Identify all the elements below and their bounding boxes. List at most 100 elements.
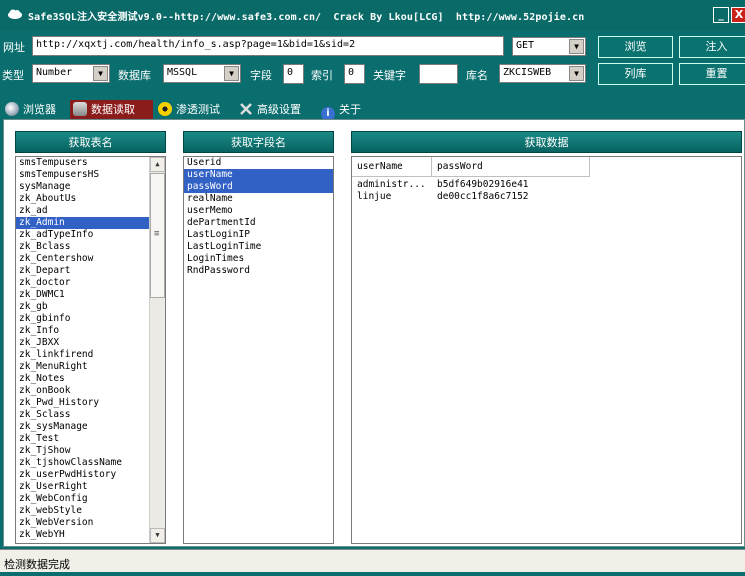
minimize-button[interactable]: _ bbox=[713, 7, 729, 23]
list-item[interactable]: zk_JBXX bbox=[16, 337, 165, 349]
data-grid[interactable]: userName passWord administr... b5df649b02… bbox=[351, 156, 742, 544]
close-button[interactable]: X bbox=[731, 7, 745, 23]
tab-label: 高级设置 bbox=[257, 103, 301, 116]
list-item[interactable]: zk_UserRight bbox=[16, 481, 165, 493]
list-item[interactable]: zk_sysManage bbox=[16, 421, 165, 433]
list-item[interactable]: zk_userPwdHistory bbox=[16, 469, 165, 481]
tab-pentest[interactable]: 渗透测试 bbox=[155, 100, 233, 119]
list-item[interactable]: zk_Depart bbox=[16, 265, 165, 277]
list-item[interactable]: zk_webStyle bbox=[16, 505, 165, 517]
list-item[interactable]: zk_gbinfo bbox=[16, 313, 165, 325]
list-item[interactable]: zk_gb bbox=[16, 301, 165, 313]
tab-data-read[interactable]: 数据读取 bbox=[70, 100, 153, 119]
scroll-thumb[interactable]: ≡ bbox=[150, 173, 165, 298]
data-read-panel: 获取表名 smsTempusers smsTempusersHS sysManage… bbox=[3, 119, 745, 547]
dbname-select[interactable]: ZKCISWEB ▼ bbox=[499, 64, 586, 83]
list-item[interactable]: zk_WebConfig bbox=[16, 493, 165, 505]
db-value: MSSQL bbox=[167, 67, 198, 78]
list-item[interactable]: zk_ad bbox=[16, 205, 165, 217]
status-strip bbox=[0, 572, 745, 576]
tab-label: 浏览器 bbox=[23, 103, 56, 116]
list-item[interactable]: LastLoginTime bbox=[184, 241, 333, 253]
db-label: 数据库 bbox=[118, 69, 151, 82]
list-item[interactable]: LastLoginIP bbox=[184, 229, 333, 241]
list-item[interactable]: Userid bbox=[184, 157, 333, 169]
browse-button[interactable]: 浏览 bbox=[598, 36, 673, 58]
title-bar: Safe3SQL注入安全测试v9.0--http://www.safe3.com… bbox=[0, 0, 745, 30]
chevron-down-icon[interactable]: ▼ bbox=[569, 66, 584, 81]
db-select[interactable]: MSSQL ▼ bbox=[163, 64, 241, 83]
chevron-down-icon[interactable]: ▼ bbox=[569, 39, 584, 54]
list-item[interactable]: zk_onBook bbox=[16, 385, 165, 397]
list-item[interactable]: zk_Test bbox=[16, 433, 165, 445]
list-item[interactable]: zk_linkfirend bbox=[16, 349, 165, 361]
list-db-button[interactable]: 列库 bbox=[598, 63, 673, 85]
table-cell: linjue bbox=[357, 191, 392, 202]
tab-label: 渗透测试 bbox=[176, 103, 220, 116]
list-item[interactable]: realName bbox=[184, 193, 333, 205]
reset-button[interactable]: 重置 bbox=[679, 63, 745, 85]
tables-list[interactable]: smsTempusers smsTempusersHS sysManage zk_Ab… bbox=[15, 156, 166, 544]
fields-list[interactable]: Userid userName passWord realName userMemo de… bbox=[183, 156, 334, 544]
list-item[interactable]: zk_WebVersion bbox=[16, 517, 165, 529]
list-item[interactable]: smsTempusers bbox=[16, 157, 165, 169]
dbname-label: 库名 bbox=[466, 69, 488, 82]
list-item[interactable]: dePartmentId bbox=[184, 217, 333, 229]
data-header: 获取数据 bbox=[351, 131, 742, 153]
url-input[interactable]: http://xqxtj.com/health/info_s.asp?page=… bbox=[32, 36, 504, 56]
list-item[interactable]: passWord bbox=[184, 181, 333, 193]
tab-browser[interactable]: 浏览器 bbox=[2, 100, 68, 119]
tab-label: 关于 bbox=[339, 103, 361, 116]
list-item[interactable]: zk_tjshowClassName bbox=[16, 457, 165, 469]
chevron-down-icon[interactable]: ▼ bbox=[93, 66, 108, 81]
index-input[interactable]: 0 bbox=[344, 64, 365, 84]
list-item[interactable]: smsTempusersHS bbox=[16, 169, 165, 181]
list-item[interactable]: sysManage bbox=[16, 181, 165, 193]
controls-area: 网址 http://xqxtj.com/health/info_s.asp?pa… bbox=[0, 30, 745, 90]
status-text: 检测数据完成 bbox=[4, 558, 70, 571]
list-item[interactable]: zk_Bclass bbox=[16, 241, 165, 253]
type-select[interactable]: Number ▼ bbox=[32, 64, 110, 83]
tab-about[interactable]: i 关于 bbox=[318, 100, 374, 121]
keyword-input[interactable] bbox=[419, 64, 458, 84]
tables-scrollbar[interactable]: ▲ ≡ ▼ bbox=[149, 157, 165, 543]
method-select[interactable]: GET ▼ bbox=[512, 37, 586, 56]
table-row[interactable]: linjue de00cc1f8a6c7152 bbox=[352, 191, 590, 203]
list-item[interactable]: RndPassword bbox=[184, 265, 333, 277]
fields-items: Userid userName passWord realName userMemo de… bbox=[184, 157, 333, 277]
inject-button[interactable]: 注入 bbox=[679, 36, 745, 58]
tab-advanced-settings[interactable]: 高级设置 bbox=[236, 100, 316, 119]
list-item[interactable]: zk_WebYH bbox=[16, 529, 165, 541]
column-header[interactable]: userName bbox=[352, 157, 432, 177]
column-header[interactable]: passWord bbox=[432, 157, 590, 177]
scroll-up-icon[interactable]: ▲ bbox=[150, 157, 165, 172]
status-bar: 检测数据完成 bbox=[0, 549, 745, 576]
cloud-icon bbox=[7, 8, 23, 20]
list-item[interactable]: zk_MenuRight bbox=[16, 361, 165, 373]
list-item[interactable]: zk_doctor bbox=[16, 277, 165, 289]
list-item[interactable]: userName bbox=[184, 169, 333, 181]
method-value: GET bbox=[516, 40, 535, 51]
list-item[interactable]: zk_DWMC1 bbox=[16, 289, 165, 301]
list-item[interactable]: zk_adTypeInfo bbox=[16, 229, 165, 241]
list-item[interactable]: zk_Pwd_History bbox=[16, 397, 165, 409]
type-value: Number bbox=[36, 67, 73, 78]
fields-header: 获取字段名 bbox=[183, 131, 334, 153]
tab-label: 数据读取 bbox=[91, 103, 135, 116]
table-cell: administr... bbox=[357, 179, 426, 190]
field-label: 字段 bbox=[250, 69, 272, 82]
grid-header: userName passWord bbox=[352, 157, 590, 177]
list-item[interactable]: zk_Notes bbox=[16, 373, 165, 385]
list-item[interactable]: zk_AboutUs bbox=[16, 193, 165, 205]
list-item[interactable]: zk_Admin bbox=[16, 217, 165, 229]
list-item[interactable]: zk_Info bbox=[16, 325, 165, 337]
list-item[interactable]: LoginTimes bbox=[184, 253, 333, 265]
list-item[interactable]: zk_TjShow bbox=[16, 445, 165, 457]
chevron-down-icon[interactable]: ▼ bbox=[224, 66, 239, 81]
field-input[interactable]: 0 bbox=[283, 64, 304, 84]
list-item[interactable]: zk_Centershow bbox=[16, 253, 165, 265]
scroll-down-icon[interactable]: ▼ bbox=[150, 528, 165, 543]
table-row[interactable]: administr... b5df649b02916e41 bbox=[352, 179, 590, 191]
list-item[interactable]: userMemo bbox=[184, 205, 333, 217]
list-item[interactable]: zk_Sclass bbox=[16, 409, 165, 421]
